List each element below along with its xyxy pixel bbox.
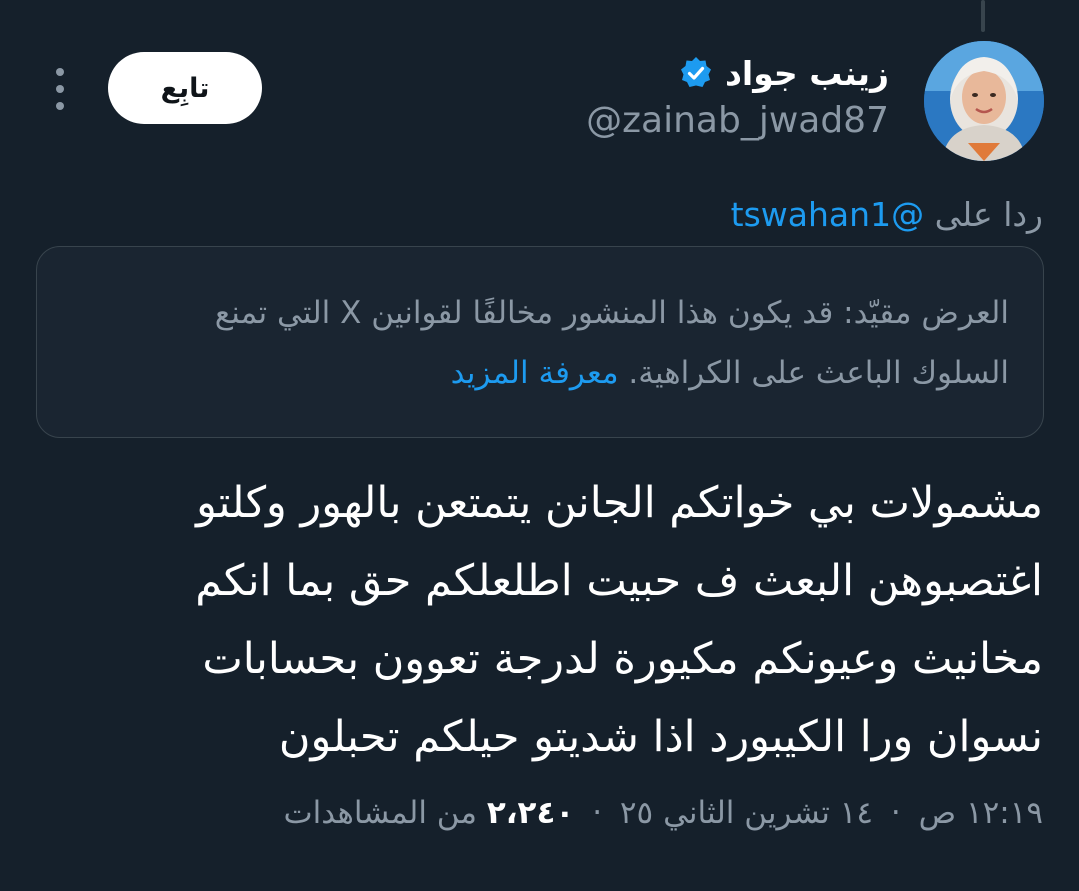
tweet-line: مخانيث وعيونكم مكيورة لدرجة تعوون بحسابا…: [202, 634, 1043, 684]
author-name-row[interactable]: زينب جواد: [679, 50, 889, 96]
tweet-time[interactable]: ١٢:١٩ ص: [919, 795, 1043, 831]
author-display-name[interactable]: زينب جواد: [725, 54, 889, 93]
more-options-icon[interactable]: [50, 68, 70, 110]
separator-dot: ·: [890, 795, 901, 831]
tweet-page: زينب جواد @zainab_jwad87 تابِع ردا على @…: [0, 0, 1079, 891]
replying-to: ردا على @tswahan1: [731, 195, 1043, 234]
follow-button[interactable]: تابِع: [108, 52, 262, 124]
replying-to-label: ردا على: [934, 195, 1043, 234]
more-dot: [56, 68, 64, 76]
views-count: ٢،٢٤٠: [486, 795, 575, 831]
tweet-body: مشمولات بي خواتكم الجانن يتمتعن بالهور و…: [103, 464, 1043, 776]
tweet-line: مشمولات بي خواتكم الجانن يتمتعن بالهور و…: [196, 478, 1043, 528]
replying-to-mention[interactable]: @tswahan1: [731, 195, 924, 234]
learn-more-link[interactable]: معرفة المزيد: [451, 355, 619, 391]
avatar-image: [924, 41, 1044, 161]
restriction-notice: العرض مقيّد: قد يكون هذا المنشور مخالفًا…: [36, 246, 1044, 438]
separator-dot: ·: [592, 795, 603, 831]
more-dot: [56, 85, 64, 93]
tweet-date[interactable]: ١٤ تشرين الثاني ٢٥: [620, 795, 873, 831]
author-handle[interactable]: @zainab_jwad87: [586, 100, 889, 141]
views-label: من المشاهدات: [283, 795, 477, 831]
thread-connector-line: [981, 0, 985, 32]
tweet-line: اغتصبوهن البعث ف حبيت اطلعلكم حق بما انك…: [195, 556, 1043, 606]
avatar[interactable]: [924, 41, 1044, 161]
tweet-metadata: ١٢:١٩ ص · ١٤ تشرين الثاني ٢٥ · ٢،٢٤٠ من …: [283, 795, 1043, 831]
verified-badge-icon: [679, 56, 713, 90]
restriction-notice-text-block: العرض مقيّد: قد يكون هذا المنشور مخالفًا…: [109, 283, 1009, 403]
more-dot: [56, 102, 64, 110]
tweet-line: نسوان ورا الكيبورد اذا شديتو حيلكم تحبلو…: [278, 712, 1043, 762]
